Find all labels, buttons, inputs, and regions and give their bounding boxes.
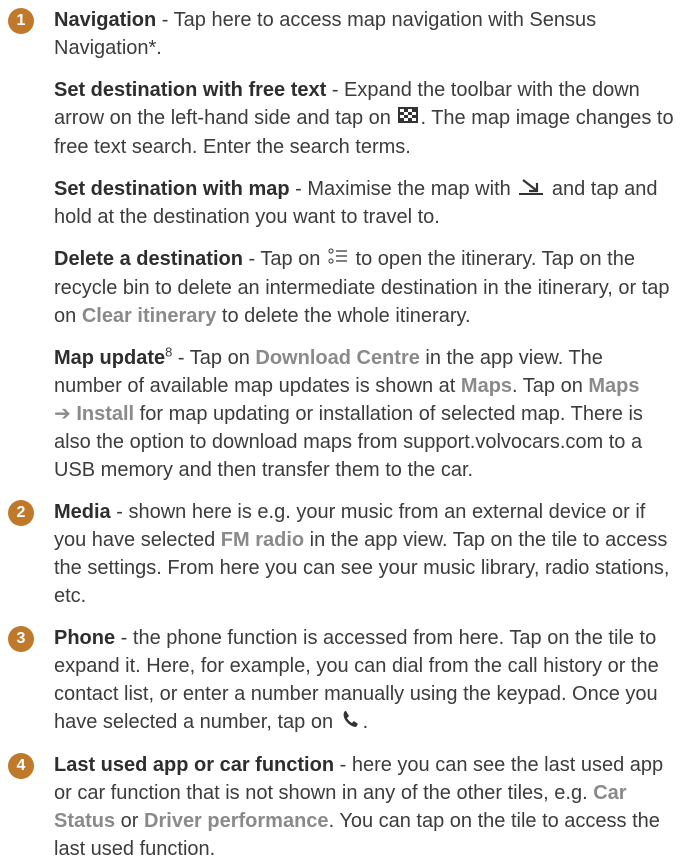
number-badge: 1 bbox=[8, 8, 34, 34]
checkered-flag-icon bbox=[398, 105, 419, 133]
ui-term-driver-performance: Driver performance bbox=[144, 809, 329, 832]
ui-term-clear-itinerary: Clear itinerary bbox=[81, 305, 217, 328]
sub-text: for map updating or installation of sele… bbox=[54, 403, 643, 482]
ui-term-maps: Maps bbox=[460, 375, 513, 398]
sub-title: Set destination with free text bbox=[54, 79, 327, 101]
number-badge: 4 bbox=[8, 752, 34, 779]
ui-term-install: ➔ Install bbox=[54, 403, 135, 426]
sub-text: . Tap on bbox=[512, 375, 589, 398]
sub-item-delete: Delete a destination - Tap on to open th… bbox=[8, 245, 675, 330]
sub-text: to delete the whole itinerary. bbox=[216, 305, 471, 328]
item-title: Last used app or car function bbox=[54, 753, 335, 776]
item-title: Phone bbox=[54, 627, 116, 650]
itinerary-list-icon bbox=[328, 246, 348, 274]
list-item-phone: 3 Phone - the phone function is accessed… bbox=[8, 624, 675, 737]
list-item-last-used: 4 Last used app or car function - here y… bbox=[8, 751, 675, 863]
maximise-arrow-icon bbox=[518, 175, 544, 203]
item-title: Media bbox=[54, 501, 111, 524]
sub-item-free-text: Set destination with free text - Expand … bbox=[8, 76, 675, 161]
instructions-page: 1 Navigation - Tap here to access map na… bbox=[0, 0, 685, 863]
number-badge: 3 bbox=[8, 626, 34, 653]
list-item-media: 2 Media - shown here is e.g. your music … bbox=[8, 498, 675, 610]
sub-title: Delete a destination bbox=[54, 248, 243, 271]
item-text: . bbox=[362, 711, 369, 734]
ui-term-fm-radio: FM radio bbox=[220, 529, 305, 552]
sub-title: Map update bbox=[54, 347, 166, 370]
number-badge: 2 bbox=[8, 500, 34, 527]
sub-item-with-map: Set destination with map - Maximise the … bbox=[8, 175, 675, 232]
sub-text: - Maximise the map with bbox=[289, 177, 517, 200]
sub-text: - Tap on bbox=[242, 248, 326, 271]
sub-title: Set destination with map bbox=[54, 177, 290, 200]
phone-handset-icon bbox=[341, 709, 361, 737]
item-text: or bbox=[115, 809, 145, 832]
list-item-navigation: 1 Navigation - Tap here to access map na… bbox=[8, 6, 675, 62]
ui-term-maps: Maps bbox=[588, 375, 640, 398]
item-title: Navigation bbox=[54, 9, 157, 31]
sub-item-map-update: Map update8 - Tap on Download Centre in … bbox=[8, 344, 675, 484]
sub-text: - Tap on bbox=[172, 347, 256, 370]
ui-term-download-centre: Download Centre bbox=[255, 347, 420, 370]
